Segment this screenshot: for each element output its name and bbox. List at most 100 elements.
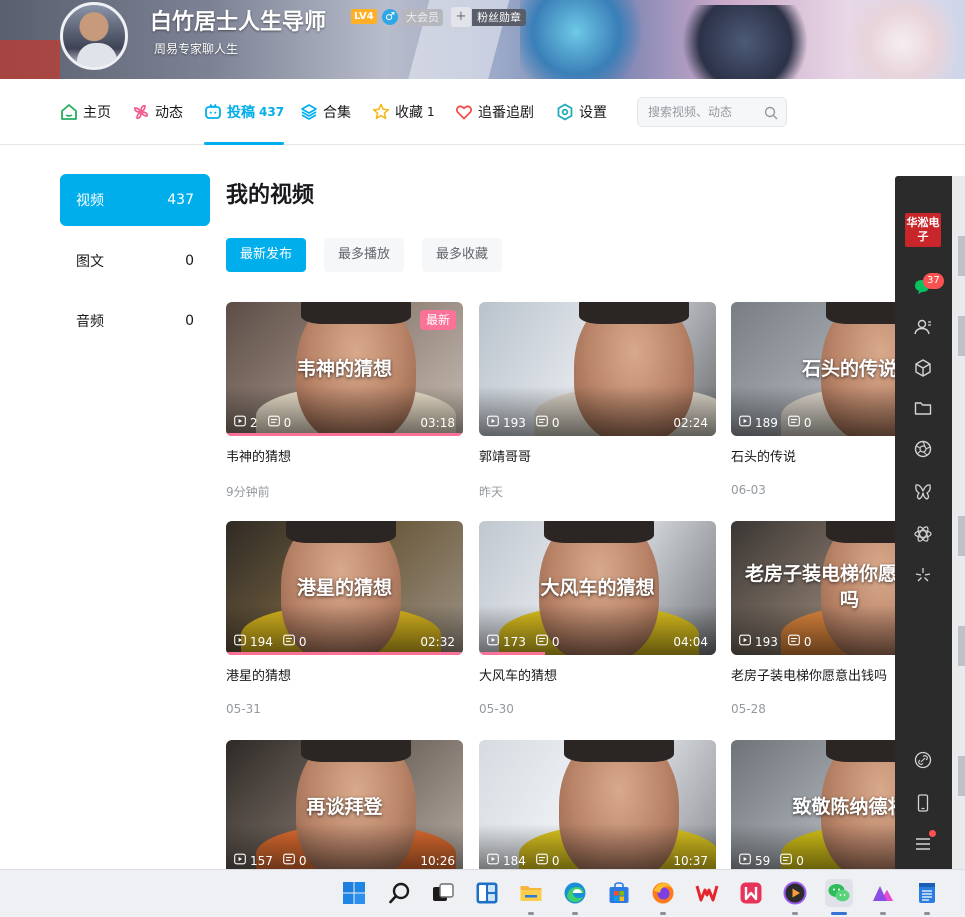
video-duration: 02:32 <box>420 635 455 649</box>
windows-start-icon[interactable] <box>340 879 368 907</box>
profile-nav: 主页 动态 投稿 437 合集 收藏 1 追番追剧 设置 <box>0 79 965 145</box>
contacts-icon[interactable] <box>912 316 934 338</box>
tab-favorites[interactable]: 收藏 1 <box>372 79 435 145</box>
cube-icon[interactable] <box>912 357 934 379</box>
media-player-icon[interactable] <box>781 879 809 907</box>
tab-uploads[interactable]: 投稿 437 <box>204 79 285 145</box>
new-badge: 最新 <box>419 310 456 330</box>
video-card[interactable]: 再谈拜登 157 0 10:26 <box>226 740 463 874</box>
watch-progress-bar <box>226 433 463 436</box>
video-card[interactable]: 大风车的猜想 173 0 04:04 大风车的猜想 05-30 <box>479 521 716 716</box>
link-icon[interactable] <box>912 749 934 771</box>
aperture-icon[interactable] <box>912 438 934 460</box>
sort-most-favorited-button[interactable]: 最多收藏 <box>422 238 503 272</box>
video-card[interactable]: 韦神的猜想 最新 2 0 03:18 韦神的猜想 9分钟前 <box>226 302 463 500</box>
tab-label: 设置 <box>579 105 607 121</box>
video-title[interactable]: 郭靖哥哥 <box>479 446 716 465</box>
tab-collections[interactable]: 合集 <box>300 79 351 145</box>
tab-label: 动态 <box>155 105 183 121</box>
video-thumbnail[interactable]: 184 0 10:37 <box>479 740 716 874</box>
video-duration: 10:26 <box>420 854 455 868</box>
level-badge: LV4 <box>351 9 377 24</box>
sidebar-item-video[interactable]: 视频 437 <box>60 174 210 226</box>
video-title[interactable]: 港星的猜想 <box>226 665 463 684</box>
firefox-icon[interactable] <box>649 879 677 907</box>
aurora-icon[interactable] <box>869 879 897 907</box>
play-icon <box>487 415 503 430</box>
video-thumbnail[interactable]: 韦神的猜想 最新 2 0 03:18 <box>226 302 463 436</box>
task-view-icon[interactable] <box>429 879 457 907</box>
sort-most-played-button[interactable]: 最多播放 <box>324 238 405 272</box>
edge-icon[interactable] <box>561 879 589 907</box>
video-thumbnail[interactable]: 大风车的猜想 173 0 04:04 <box>479 521 716 655</box>
fans-medal-badge[interactable]: 粉丝勋章 <box>472 9 526 26</box>
store-icon[interactable] <box>605 879 633 907</box>
play-count-value: 173 <box>503 634 526 649</box>
butterfly-icon[interactable] <box>912 481 934 503</box>
sidebar-item-label: 音频 <box>76 314 104 330</box>
video-card[interactable]: 193 0 02:24 郭靖哥哥 昨天 <box>479 302 716 500</box>
danmaku-icon <box>536 415 552 430</box>
layers-icon <box>300 103 318 121</box>
danmaku-icon <box>283 634 299 649</box>
file-explorer-icon[interactable] <box>517 879 545 907</box>
search-icon[interactable] <box>764 105 778 124</box>
video-title[interactable]: 韦神的猜想 <box>226 446 463 465</box>
video-stats: 59 0 <box>739 853 814 868</box>
tab-bangumi[interactable]: 追番追剧 <box>455 79 534 145</box>
space-search <box>637 97 788 127</box>
tab-dynamic[interactable]: 动态 <box>132 79 183 145</box>
play-count: 2 <box>234 415 258 430</box>
widgets-icon[interactable] <box>473 879 501 907</box>
running-indicator <box>660 912 666 915</box>
play-count-value: 59 <box>755 853 771 868</box>
thumbnail-overlay-text: 大风车的猜想 <box>540 577 655 599</box>
watch-progress-bar <box>479 652 546 655</box>
video-thumbnail[interactable]: 港星的猜想 194 0 02:32 <box>226 521 463 655</box>
danmaku-count: 0 <box>267 415 292 430</box>
sidebar-item-count: 0 <box>185 313 194 329</box>
sort-latest-button[interactable]: 最新发布 <box>226 238 307 272</box>
danmaku-count: 0 <box>283 853 307 868</box>
video-thumbnail[interactable]: 193 0 02:24 <box>479 302 716 436</box>
video-card[interactable]: 港星的猜想 194 0 02:32 港星的猜想 05-31 <box>226 521 463 716</box>
video-card[interactable]: 184 0 10:37 <box>479 740 716 874</box>
app-logo[interactable]: 华淞电子 <box>905 213 941 247</box>
danmaku-count-value: 0 <box>283 415 292 430</box>
video-thumbnail[interactable]: 再谈拜登 157 0 10:26 <box>226 740 463 874</box>
avatar[interactable] <box>60 2 128 70</box>
kingsoft-icon[interactable] <box>737 879 765 907</box>
signature[interactable]: 周易专家聊人生 <box>154 40 238 57</box>
sparkle-icon[interactable] <box>912 564 934 586</box>
tab-settings[interactable]: 设置 <box>556 79 607 145</box>
thumbnail-image <box>301 740 411 762</box>
danmaku-count: 0 <box>780 853 804 868</box>
play-count-value: 193 <box>755 634 778 649</box>
sidebar-item-article[interactable]: 图文 0 <box>60 235 210 287</box>
running-indicator <box>924 912 930 915</box>
background-window-strip <box>958 236 965 276</box>
search-icon[interactable] <box>386 879 414 907</box>
vip-badge[interactable]: 大会员 <box>402 9 443 26</box>
atom-icon[interactable] <box>912 523 934 545</box>
tab-label: 投稿 <box>227 105 255 121</box>
sidebar-item-audio[interactable]: 音频 0 <box>60 295 210 347</box>
folder-icon[interactable] <box>912 397 934 419</box>
video-duration: 03:18 <box>420 416 455 430</box>
heart-icon <box>455 103 473 121</box>
tab-home[interactable]: 主页 <box>60 79 111 145</box>
play-icon <box>739 853 755 868</box>
tab-label: 主页 <box>83 105 111 121</box>
notepad-icon[interactable] <box>913 879 941 907</box>
star-icon <box>372 103 390 121</box>
background-window-strip <box>958 626 965 666</box>
wps-icon[interactable] <box>693 879 721 907</box>
phone-icon[interactable] <box>912 792 934 814</box>
thumbnail-overlay-text: 再谈拜登 <box>306 796 383 818</box>
danmaku-count-value: 0 <box>803 415 812 430</box>
fans-medal-icon: + <box>451 7 471 27</box>
wechat-icon[interactable] <box>825 879 853 907</box>
video-title[interactable]: 大风车的猜想 <box>479 665 716 684</box>
taskbar <box>0 869 965 917</box>
running-indicator <box>880 912 886 915</box>
